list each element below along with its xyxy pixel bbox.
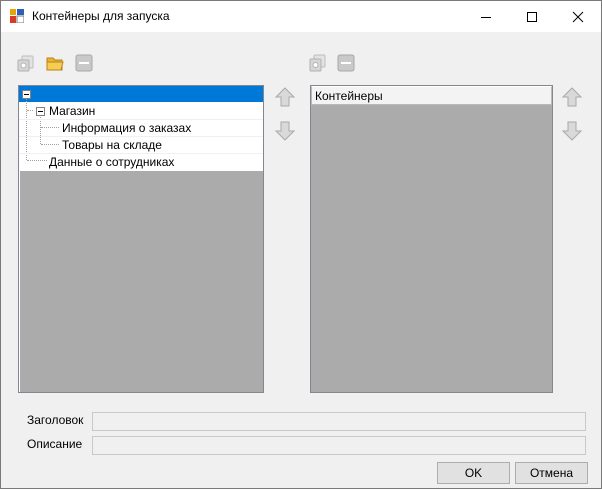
tree-root-node[interactable] (19, 86, 263, 102)
add-container-icon[interactable] (308, 53, 328, 73)
ok-button[interactable]: OK (437, 462, 510, 484)
tree-node[interactable]: Товары на складе (19, 137, 263, 154)
containers-tree[interactable]: Магазин Информация о заказах Товары на с… (18, 85, 264, 393)
containers-list[interactable]: Контейнеры (310, 85, 553, 393)
maximize-button[interactable] (509, 1, 555, 32)
window-title: Контейнеры для запуска (32, 9, 170, 23)
arrow-down-icon (561, 121, 583, 141)
tree-node-label: Магазин (49, 104, 96, 118)
maximize-icon (527, 11, 537, 22)
tree-node-label: Информация о заказах (62, 121, 192, 135)
collapse-icon[interactable] (36, 107, 45, 116)
collapse-icon[interactable] (22, 90, 31, 99)
tree-node[interactable]: Данные о сотрудниках (19, 154, 263, 170)
column-header[interactable]: Контейнеры (311, 86, 552, 105)
title-label: Заголовок (27, 413, 84, 427)
tree-node[interactable]: Информация о заказах (19, 120, 263, 137)
tree-node[interactable]: Магазин (19, 103, 263, 120)
move-down-button[interactable] (273, 119, 297, 143)
app-icon (10, 9, 25, 24)
tree-node-label: Товары на складе (62, 138, 162, 152)
title-field[interactable] (92, 412, 586, 431)
close-button[interactable] (555, 1, 601, 32)
arrow-up-icon (561, 87, 583, 107)
description-field[interactable] (92, 436, 586, 455)
folder-open-icon[interactable] (45, 53, 65, 73)
arrow-down-icon (274, 121, 296, 141)
remove-icon[interactable] (336, 53, 356, 73)
move-up-button[interactable] (273, 85, 297, 109)
move-down-button[interactable] (560, 119, 584, 143)
add-container-icon[interactable] (16, 53, 36, 73)
cancel-button[interactable]: Отмена (515, 462, 588, 484)
tree-node-label: Данные о сотрудниках (49, 155, 175, 169)
title-bar[interactable]: Контейнеры для запуска (1, 1, 601, 32)
column-header-label: Контейнеры (315, 89, 383, 103)
move-up-button[interactable] (560, 85, 584, 109)
minimize-icon (481, 16, 491, 18)
remove-icon[interactable] (74, 53, 94, 73)
close-icon (572, 11, 584, 22)
dialog-window: Контейнеры для запуска Магазин Информаци… (0, 0, 602, 489)
minimize-button[interactable] (463, 1, 509, 32)
description-label: Описание (27, 437, 83, 451)
arrow-up-icon (274, 87, 296, 107)
